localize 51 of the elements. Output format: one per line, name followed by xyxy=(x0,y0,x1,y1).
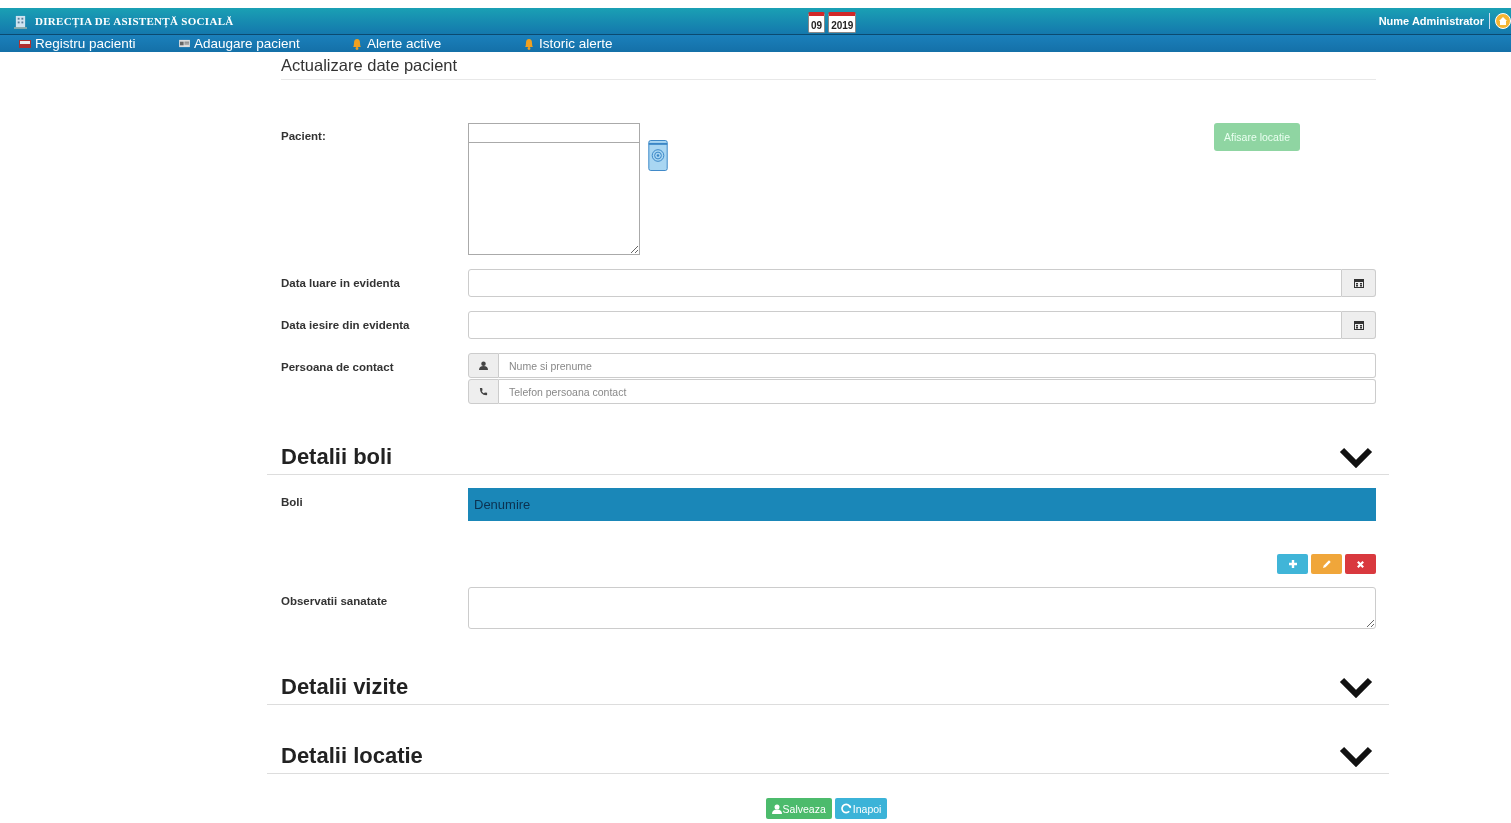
page-title: Actualizare date pacient xyxy=(281,52,1376,80)
section-header[interactable]: Detalii boli xyxy=(267,440,1389,475)
person-icon xyxy=(771,803,782,814)
contact-field[interactable]: Nume si prenume xyxy=(499,353,1376,378)
section-header[interactable]: Detalii vizite xyxy=(267,670,1389,705)
field-label: Pacient: xyxy=(281,129,327,142)
app-title: DIRECȚIA DE ASISTENȚĂ SOCIALĂ xyxy=(35,15,234,27)
calendar-icon xyxy=(1353,320,1364,330)
column-header: Denumire xyxy=(474,497,531,512)
field-label: Boli xyxy=(281,495,304,508)
chevron-down-icon[interactable] xyxy=(1339,745,1373,767)
section-title: Detalii locatie xyxy=(281,743,423,769)
nav-link[interactable]: Alerte active xyxy=(351,36,523,51)
date-field[interactable] xyxy=(468,269,1376,297)
building-icon xyxy=(14,13,27,29)
bell-icon xyxy=(351,37,363,50)
chevron-down-icon[interactable] xyxy=(1339,446,1373,468)
book-icon xyxy=(19,38,31,49)
plus-icon xyxy=(1287,559,1298,569)
close-icon xyxy=(1356,559,1365,569)
patient-field[interactable] xyxy=(468,123,640,143)
home-icon[interactable] xyxy=(1495,13,1511,29)
chevron-down-icon[interactable] xyxy=(1339,676,1373,698)
edit-button[interactable] xyxy=(1311,554,1342,574)
bell-icon xyxy=(523,37,535,50)
delete-button[interactable] xyxy=(1345,554,1376,574)
person-icon xyxy=(479,361,488,370)
section-title: Detalii boli xyxy=(281,444,393,470)
field-label: Data luare in evidenta xyxy=(281,277,401,289)
year-calendar: 2019 xyxy=(828,12,857,33)
date-field[interactable] xyxy=(468,311,1376,339)
smartphone-icon[interactable] xyxy=(648,140,668,171)
section-title: Detalii vizite xyxy=(281,674,409,700)
nav-link[interactable]: Adaugare pacient xyxy=(179,36,351,51)
phone-icon xyxy=(479,387,488,396)
field-label: Data iesire din evidenta xyxy=(281,319,411,331)
field-label: Persoana de contact xyxy=(281,360,395,373)
health-notes-box[interactable] xyxy=(468,587,1376,629)
refresh-icon xyxy=(840,803,852,814)
user-name[interactable]: Nume Administrator xyxy=(1378,15,1484,27)
add-button[interactable] xyxy=(1277,554,1308,574)
nav-link[interactable]: Registru pacienti xyxy=(19,36,179,51)
calendar-icon xyxy=(1353,278,1364,288)
section-header[interactable]: Detalii locatie xyxy=(267,739,1389,774)
patient-details-box[interactable] xyxy=(468,143,640,255)
card-icon xyxy=(179,39,190,48)
day-calendar: 09 xyxy=(808,12,826,33)
pencil-icon xyxy=(1321,559,1332,569)
contact-field[interactable]: Telefon persoana contact xyxy=(499,379,1376,404)
nav-link[interactable]: Istoric alerte xyxy=(523,36,613,51)
field-label: Observatii sanatate xyxy=(281,594,389,607)
